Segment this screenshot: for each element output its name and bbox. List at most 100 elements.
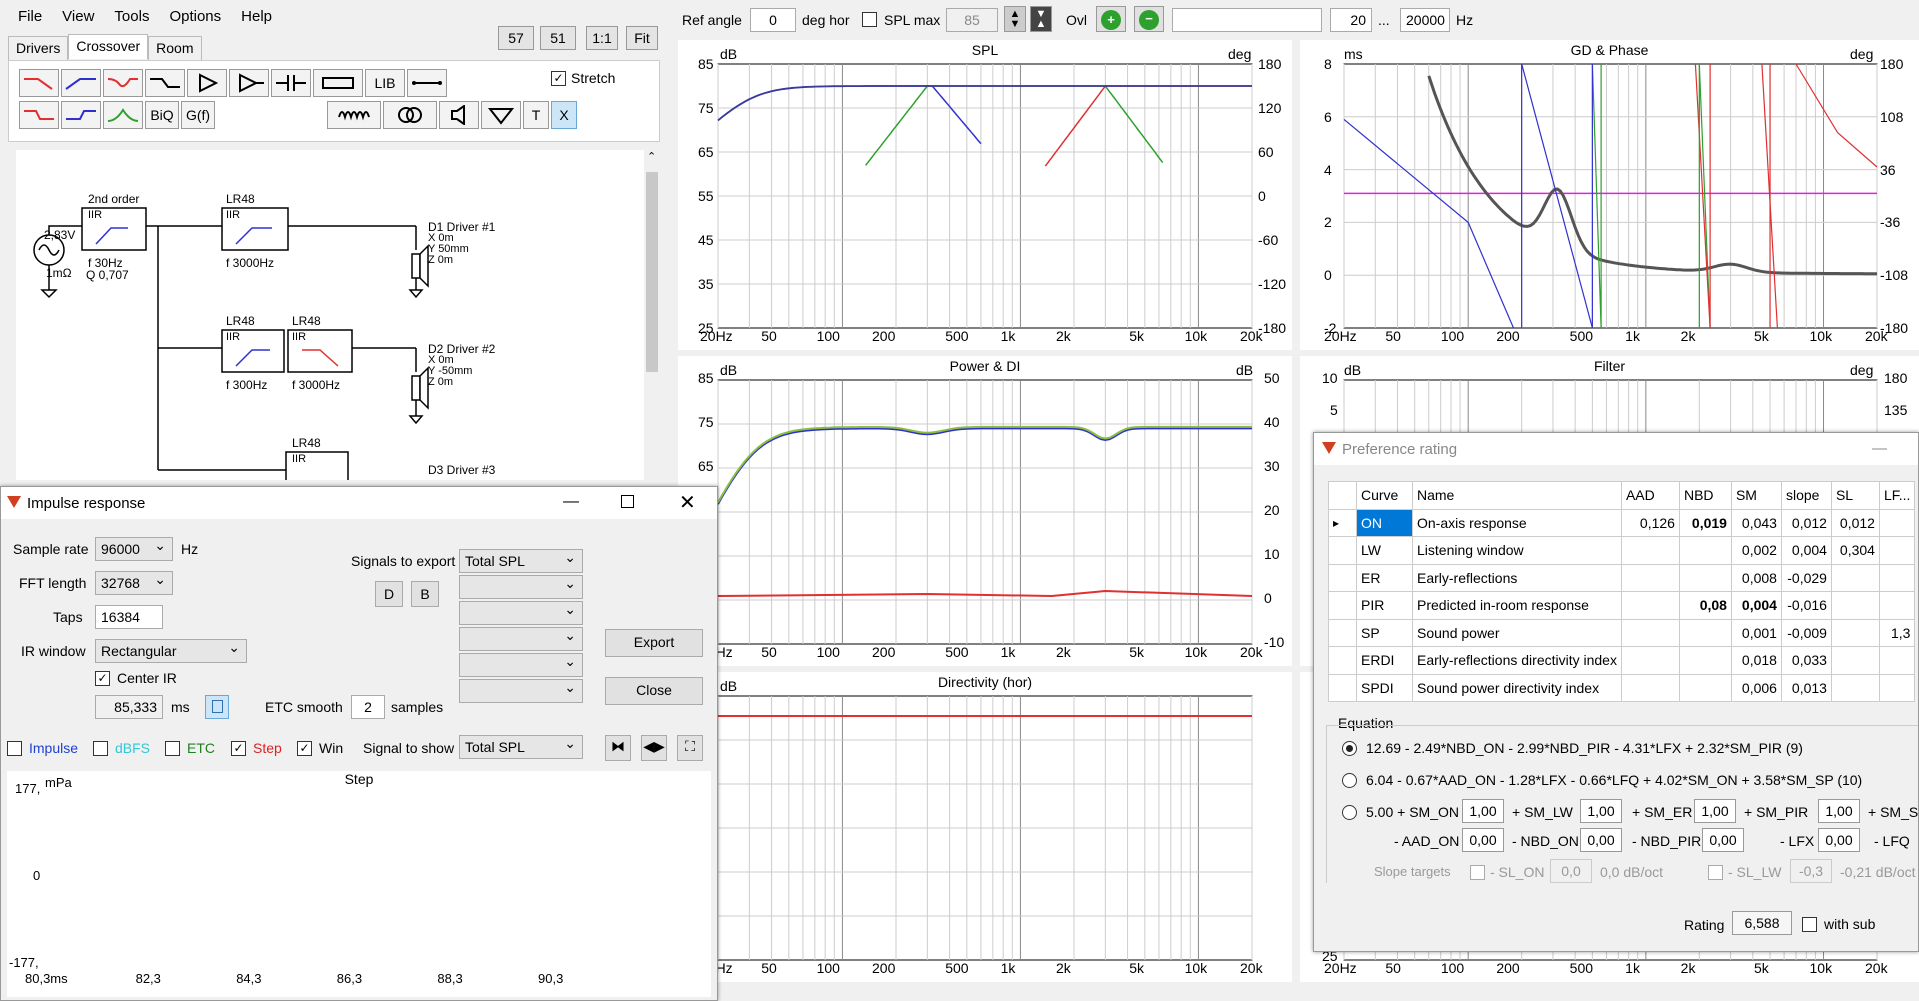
col-slope[interactable]: slope — [1780, 481, 1832, 510]
cell-aad — [1620, 673, 1680, 702]
cell-curve: PIR — [1356, 591, 1413, 620]
step-x-tick: 86,3 — [336, 971, 363, 986]
row-indicator[interactable]: ▸ — [1328, 508, 1357, 537]
freq-tick: 5k — [1129, 328, 1145, 344]
equation-2-radio[interactable] — [1342, 773, 1357, 788]
fft-length-select[interactable]: 32768 — [95, 571, 173, 595]
step-checkbox[interactable]: ✓ — [231, 741, 246, 756]
etc-smooth-input[interactable]: 2 — [351, 695, 385, 719]
win-checkbox[interactable]: ✓ — [297, 741, 312, 756]
sl-lw-input[interactable]: -0,3 — [1790, 859, 1832, 883]
w-nbd-on-input[interactable]: 0,00 — [1580, 828, 1622, 852]
table-row[interactable]: ▸ ON On-axis response 0,126 0,019 0,043 0,012 0… — [1328, 508, 1916, 537]
row-indicator[interactable] — [1328, 591, 1357, 620]
export-signal-select-5[interactable] — [459, 653, 583, 677]
table-row[interactable]: LW Listening window 0,002 0,004 0,304 — [1328, 536, 1916, 565]
table-row[interactable]: SP Sound power 0,001 -0,009 1,3 — [1328, 618, 1916, 647]
freq-tick: 50 — [1385, 960, 1401, 976]
export-signal-select-1[interactable]: Total SPL — [459, 549, 583, 573]
equation-3-radio[interactable] — [1342, 805, 1357, 820]
spl-left-tick: 35 — [698, 276, 714, 292]
sample-rate-select[interactable]: 96000 — [95, 537, 173, 561]
export-signal-select-2[interactable] — [459, 575, 583, 599]
spl-right-unit: deg — [1228, 46, 1252, 62]
spl-right-tick: 0 — [1258, 188, 1266, 204]
table-row[interactable]: SPDI Sound power directivity index 0,006 0,… — [1328, 673, 1916, 702]
sl-on-checkbox[interactable] — [1470, 865, 1485, 880]
row-indicator[interactable] — [1328, 536, 1357, 565]
impulse-titlebar[interactable]: Impulse response — ✕ — [1, 487, 717, 519]
equation-1-radio[interactable] — [1342, 741, 1357, 756]
col-sm[interactable]: SM — [1730, 481, 1782, 510]
impulse-checkbox[interactable] — [7, 741, 22, 756]
dbfs-checkbox[interactable] — [93, 741, 108, 756]
step-x-tick: 88,3 — [437, 971, 463, 986]
w-sm-on-input[interactable]: 1,00 — [1462, 799, 1504, 823]
table-row[interactable]: PIR Predicted in-room response 0,08 0,004 -0… — [1328, 591, 1916, 620]
cell-sl: 0,012 — [1830, 508, 1880, 537]
export-button[interactable]: Export — [605, 629, 703, 657]
col-name[interactable]: Name — [1412, 481, 1622, 510]
cell-name: Early-reflections directivity index — [1412, 646, 1622, 675]
col-lf[interactable]: LF... — [1878, 481, 1916, 510]
export-signal-select-3[interactable] — [459, 601, 583, 625]
cell-curve: LW — [1356, 536, 1413, 565]
maximize-icon[interactable] — [621, 495, 634, 508]
minimize-icon[interactable]: — — [1872, 440, 1887, 457]
row-indicator[interactable] — [1328, 673, 1357, 702]
w-sm-er-input[interactable]: 1,00 — [1694, 799, 1736, 823]
close-button[interactable]: Close — [605, 677, 703, 705]
w-aad-on-input[interactable]: 0,00 — [1462, 828, 1504, 852]
export-signal-select-6[interactable] — [459, 679, 583, 703]
close-icon[interactable]: ✕ — [679, 490, 696, 515]
step-y-top: 177, — [15, 781, 41, 796]
w-lfx-input[interactable]: 0,00 — [1818, 828, 1860, 852]
cell-name: Listening window — [1412, 536, 1622, 565]
taps-input[interactable]: 16384 — [95, 605, 163, 629]
step-x-tick: 82,3 — [135, 971, 161, 986]
copy-button[interactable] — [205, 695, 229, 719]
power-right-tick: 0 — [1264, 590, 1272, 606]
fullscreen-icon: ⛶ — [685, 738, 695, 754]
impulse-window: Impulse response — ✕ Sample rate 96000 H… — [0, 486, 718, 1001]
cell-sl — [1830, 563, 1880, 592]
w-sm-pir-input[interactable]: 1,00 — [1818, 799, 1860, 823]
export-signal-select-4[interactable] — [459, 627, 583, 651]
sl-lw-label: - SL_LW — [1728, 864, 1782, 880]
freq-tick: 20k — [1240, 328, 1263, 344]
col-curve[interactable]: Curve — [1356, 481, 1413, 510]
center-ir-checkbox[interactable]: ✓ — [95, 671, 110, 686]
w-sm-lw-input[interactable]: 1,00 — [1580, 799, 1622, 823]
freq-tick: 20Hz — [700, 328, 733, 344]
sl-on-unit: 0,0 dB/oct — [1600, 864, 1664, 880]
b-button[interactable]: B — [411, 581, 439, 607]
center-ms-input[interactable]: 85,333 — [95, 695, 163, 719]
center-ir-label: Center IR — [117, 670, 177, 686]
row-indicator-header — [1328, 481, 1357, 510]
sl-on-input[interactable]: 0,0 — [1550, 859, 1592, 883]
ir-window-select[interactable]: Rectangular — [95, 639, 247, 663]
signal-show-select[interactable]: Total SPL — [459, 735, 583, 759]
preference-titlebar[interactable]: Preference rating — — [1314, 433, 1918, 465]
freq-tick: 500 — [1569, 328, 1594, 344]
rating-value: 6,588 — [1732, 911, 1792, 935]
table-row[interactable]: ERDI Early-reflections directivity index 0… — [1328, 646, 1916, 675]
cell-slope: 0,012 — [1780, 508, 1832, 537]
w-nbd-pir-input[interactable]: 0,00 — [1702, 828, 1744, 852]
zoom-out-time-button[interactable]: ◀▶ — [641, 735, 667, 761]
row-indicator[interactable] — [1328, 563, 1357, 592]
col-nbd[interactable]: NBD — [1678, 481, 1732, 510]
with-sub-checkbox[interactable] — [1802, 917, 1817, 932]
fit-time-button[interactable]: ⛶ — [677, 735, 703, 761]
col-aad[interactable]: AAD — [1620, 481, 1680, 510]
minimize-icon[interactable]: — — [563, 493, 579, 511]
table-row[interactable]: ER Early-reflections 0,008 -0,029 — [1328, 563, 1916, 592]
zoom-in-time-button[interactable]: ⧓ — [605, 735, 631, 761]
etc-checkbox[interactable] — [165, 741, 180, 756]
row-indicator[interactable] — [1328, 646, 1357, 675]
sl-lw-checkbox[interactable] — [1708, 865, 1723, 880]
col-sl[interactable]: SL — [1830, 481, 1880, 510]
row-indicator[interactable] — [1328, 618, 1357, 647]
d-button[interactable]: D — [375, 581, 403, 607]
step-y-unit: mPa — [45, 775, 72, 790]
